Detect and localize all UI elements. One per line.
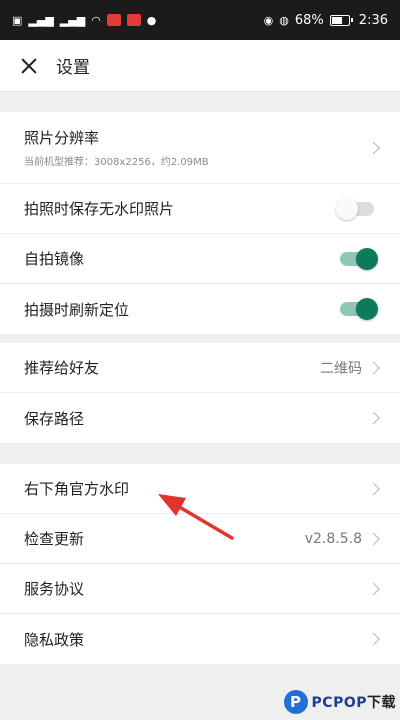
setting-label: 服务协议 [24, 580, 85, 598]
setting-label: 保存路径 [24, 409, 85, 428]
setting-refresh-location: 拍摄时刷新定位 [0, 284, 400, 334]
battery-icon [329, 14, 353, 26]
setting-photo-resolution[interactable]: 照片分辨率 当前机型推荐：3008x2256，约2.09MB [0, 112, 400, 184]
setting-label: 推荐给好友 [24, 359, 100, 377]
app-notification-icon [106, 14, 121, 26]
setting-value: v2.8.5.8 [304, 530, 362, 547]
setting-sublabel: 当前机型推荐：3008x2256，约2.09MB [24, 157, 209, 168]
toggle-knob [336, 197, 358, 220]
watermark-brand: PCPOP [311, 695, 367, 711]
notification-icon: ▣ [12, 13, 23, 27]
status-bar-right: ◉ ◍ 68% 2:36 [264, 13, 388, 28]
settings-group-about: 右下角官方水印 检查更新 v2.8.5.8 服务协议 隐私政策 [0, 464, 400, 664]
setting-service-agreement[interactable]: 服务协议 [0, 564, 400, 614]
setting-save-no-watermark: 拍照时保存无水印照片 [0, 184, 400, 234]
status-time: 2:36 [358, 12, 388, 28]
setting-label: 隐私政策 [24, 630, 85, 649]
setting-label: 检查更新 [24, 530, 85, 548]
signal-icon-2: ▂▄▆ [59, 13, 86, 27]
chat-icon: ● [146, 13, 157, 27]
settings-group-camera: 照片分辨率 当前机型推荐：3008x2256，约2.09MB 拍照时保存无水印照… [0, 112, 400, 334]
setting-label: 拍照时保存无水印照片 [24, 200, 175, 218]
watermark-suffix: 下载 [367, 695, 396, 711]
chevron-right-icon [367, 532, 380, 545]
setting-selfie-mirror: 自拍镜像 [0, 234, 400, 284]
pcpop-logo-icon: P [283, 690, 308, 714]
header: 设置 [0, 40, 400, 92]
settings-group-share: 推荐给好友 二维码 保存路径 [0, 343, 400, 443]
chevron-right-icon [367, 361, 380, 374]
status-bar-left: ▣ ▂▄▆ ▂▄▆ ◠ ● [12, 14, 156, 26]
setting-label: 自拍镜像 [24, 250, 85, 268]
setting-recommend-friends[interactable]: 推荐给好友 二维码 [0, 343, 400, 393]
setting-privacy-policy[interactable]: 隐私政策 [0, 614, 400, 664]
location-icon: ◍ [279, 13, 289, 27]
toggle-knob [356, 298, 378, 320]
battery-percent: 68% [294, 12, 324, 28]
pcpop-watermark: P PCPOP下载 [283, 690, 396, 714]
setting-official-watermark[interactable]: 右下角官方水印 [0, 464, 400, 514]
toggle-save-no-watermark[interactable] [336, 197, 374, 220]
watermark-text: PCPOP下载 [312, 692, 396, 712]
wifi-icon: ◠ [91, 13, 101, 27]
status-bar: ▣ ▂▄▆ ▂▄▆ ◠ ● ◉ ◍ 68% 2:36 [0, 0, 400, 40]
toggle-selfie-mirror[interactable] [340, 247, 378, 270]
setting-check-update[interactable]: 检查更新 v2.8.5.8 [0, 514, 400, 564]
toggle-refresh-location[interactable] [340, 298, 378, 320]
setting-value: 二维码 [320, 360, 362, 377]
setting-label: 右下角官方水印 [24, 480, 130, 498]
setting-label: 拍摄时刷新定位 [24, 300, 130, 319]
setting-label: 照片分辨率 [24, 129, 100, 147]
message-notification-icon [126, 14, 141, 26]
close-icon[interactable] [18, 55, 40, 77]
toggle-knob [356, 247, 378, 270]
signal-icon: ▂▄▆ [28, 13, 54, 27]
chevron-right-icon [367, 141, 380, 154]
setting-save-path[interactable]: 保存路径 [0, 393, 400, 443]
page-title: 设置 [56, 58, 90, 78]
eye-icon: ◉ [263, 13, 274, 27]
